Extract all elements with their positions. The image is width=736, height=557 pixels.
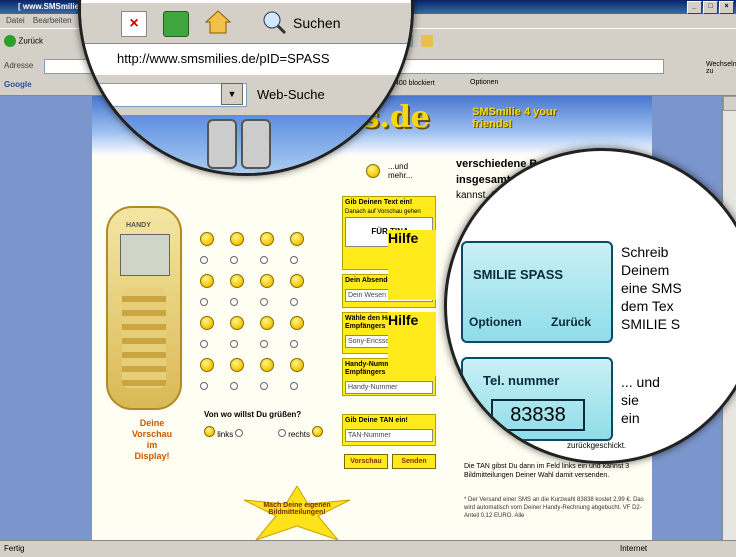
smiley-radio[interactable] (290, 382, 298, 390)
refresh-icon[interactable] (163, 11, 189, 37)
smiley-radio[interactable] (230, 340, 238, 348)
stop-icon[interactable]: × (121, 11, 147, 37)
smiley-option[interactable] (290, 274, 304, 288)
search-button-label[interactable]: Suchen (293, 15, 340, 31)
smiley-grid (200, 232, 330, 412)
smiley-radio[interactable] (290, 298, 298, 306)
smiley-radio[interactable] (290, 256, 298, 264)
search-icon[interactable] (261, 9, 287, 35)
fine-print: * Der Versand einer SMS an die Kurzwahl … (464, 497, 644, 519)
smiley-option[interactable] (260, 274, 274, 288)
google-options-button[interactable]: Optionen (470, 79, 498, 86)
smiley-icon (204, 426, 215, 437)
smiley-option[interactable] (260, 232, 274, 246)
smiley-radio[interactable] (200, 256, 208, 264)
home-icon[interactable] (204, 9, 232, 35)
go-button[interactable]: Wechseln zu (706, 61, 736, 75)
send-button[interactable]: Senden (392, 454, 436, 469)
shortcode-number: 83838 (491, 399, 585, 431)
smiley-option[interactable] (260, 316, 274, 330)
smiley-radio[interactable] (230, 382, 238, 390)
smiley-radio[interactable] (230, 298, 238, 306)
help-button-2[interactable]: Hilfe (388, 312, 436, 376)
smiley-radio[interactable] (200, 382, 208, 390)
greet-left-option[interactable]: links (204, 426, 244, 439)
web-search-button[interactable]: Web-Suche (257, 87, 325, 102)
menu-edit[interactable]: Bearbeiten (33, 16, 72, 25)
smiley-radio[interactable] (230, 256, 238, 264)
smiley-option[interactable] (290, 358, 304, 372)
instruction-text-2: ... und sie ein (621, 374, 660, 426)
phone-brand: HANDY (126, 222, 151, 229)
instruction-text: Schreib Deinem eine SMS dem Tex SMILIE S (621, 244, 682, 332)
number-title: Tel. nummer (483, 373, 560, 388)
google-logo: Google (4, 80, 32, 89)
radio-links[interactable] (235, 429, 244, 437)
smiley-radio[interactable] (290, 340, 298, 348)
smiley-radio[interactable] (260, 382, 268, 390)
smiley-option[interactable] (200, 316, 214, 330)
number-input[interactable]: Handy-Nummer (345, 381, 433, 394)
footer-text: zurückgeschickt. (567, 441, 627, 450)
screen-title: SMILIE SPASS (473, 267, 564, 282)
smiley-radio[interactable] (260, 256, 268, 264)
close-button[interactable]: × (719, 1, 734, 14)
greet-right-option[interactable]: rechts (278, 426, 324, 439)
back-arrow-icon (4, 35, 16, 47)
phone-screen-message: SMILIE SPASS Optionen Zurück (461, 241, 613, 343)
greet-question: Von wo willst Du grüßen? (204, 410, 302, 419)
mag-toolbar: × Suchen (81, 3, 411, 43)
tan-panel: Gib Deine TAN ein! TAN-Nummer (342, 414, 436, 446)
phone-preview: HANDY (106, 206, 182, 410)
tan-info: Die TAN gibst Du dann im Feld links ein … (464, 463, 630, 479)
smiley-radio[interactable] (260, 340, 268, 348)
minimize-button[interactable]: _ (687, 1, 702, 14)
magnifier-phones: SMILIE SPASS Optionen Zurück Schreib Dei… (444, 148, 736, 464)
magnifier-toolbar: × Suchen http://www.smsmilies.de/pID=SPA… (78, 0, 414, 176)
options-softkey: Optionen (469, 315, 522, 329)
zone-indicator: Internet (620, 544, 648, 553)
smiley-option[interactable] (230, 232, 244, 246)
scroll-up-arrow[interactable] (723, 96, 736, 111)
smiley-option[interactable] (290, 232, 304, 246)
phone-icon (207, 119, 237, 169)
smiley-option[interactable] (230, 274, 244, 288)
back-softkey: Zurück (551, 315, 592, 329)
maximize-button[interactable]: □ (703, 1, 718, 14)
back-button[interactable]: Zurück (4, 35, 43, 47)
radio-rechts[interactable] (278, 429, 286, 437)
mag-address: http://www.smsmilies.de/pID=SPASS (81, 43, 411, 77)
star-banner[interactable]: Mach Deine eigenen Bildmitteilungen! (242, 486, 352, 540)
smiley-option[interactable] (200, 274, 214, 288)
dropdown-arrow-icon[interactable]: ▼ (221, 83, 243, 105)
smiley-option[interactable] (260, 358, 274, 372)
smiley-radio[interactable] (260, 298, 268, 306)
phone-caption: Deine Vorschau im Display! (131, 418, 173, 461)
smiley-option[interactable] (200, 232, 214, 246)
window-controls: _ □ × (687, 1, 734, 14)
phone-icon (241, 119, 271, 169)
phone-screen (120, 234, 170, 276)
address-label: Adresse (4, 61, 34, 70)
smiley-option[interactable] (230, 358, 244, 372)
folder-icon[interactable] (421, 35, 434, 47)
tan-input[interactable]: TAN-Nummer (345, 429, 433, 442)
address-url[interactable]: http://www.smsmilies.de/pID=SPASS (117, 51, 407, 66)
smiley-radio[interactable] (200, 340, 208, 348)
menu-file[interactable]: Datei (6, 16, 25, 25)
status-text: Fertig (4, 544, 25, 553)
smiley-option[interactable] (230, 316, 244, 330)
help-button-1[interactable]: Hilfe (388, 230, 436, 300)
phone-screen-number: Tel. nummer 83838 (461, 357, 613, 441)
smiley-option[interactable] (200, 358, 214, 372)
phone-keypad (122, 288, 166, 388)
smiley-radio[interactable] (200, 298, 208, 306)
preview-button[interactable]: Vorschau (344, 454, 388, 469)
mag-banner (81, 115, 411, 173)
mag-google-bar: ▼ Web-Suche (81, 75, 411, 115)
site-slogan: SMSmilie 4 your friends! (472, 106, 557, 130)
smiley-icon (312, 426, 324, 437)
smiley-option[interactable] (290, 316, 304, 330)
status-bar: Fertig Internet (0, 540, 736, 557)
